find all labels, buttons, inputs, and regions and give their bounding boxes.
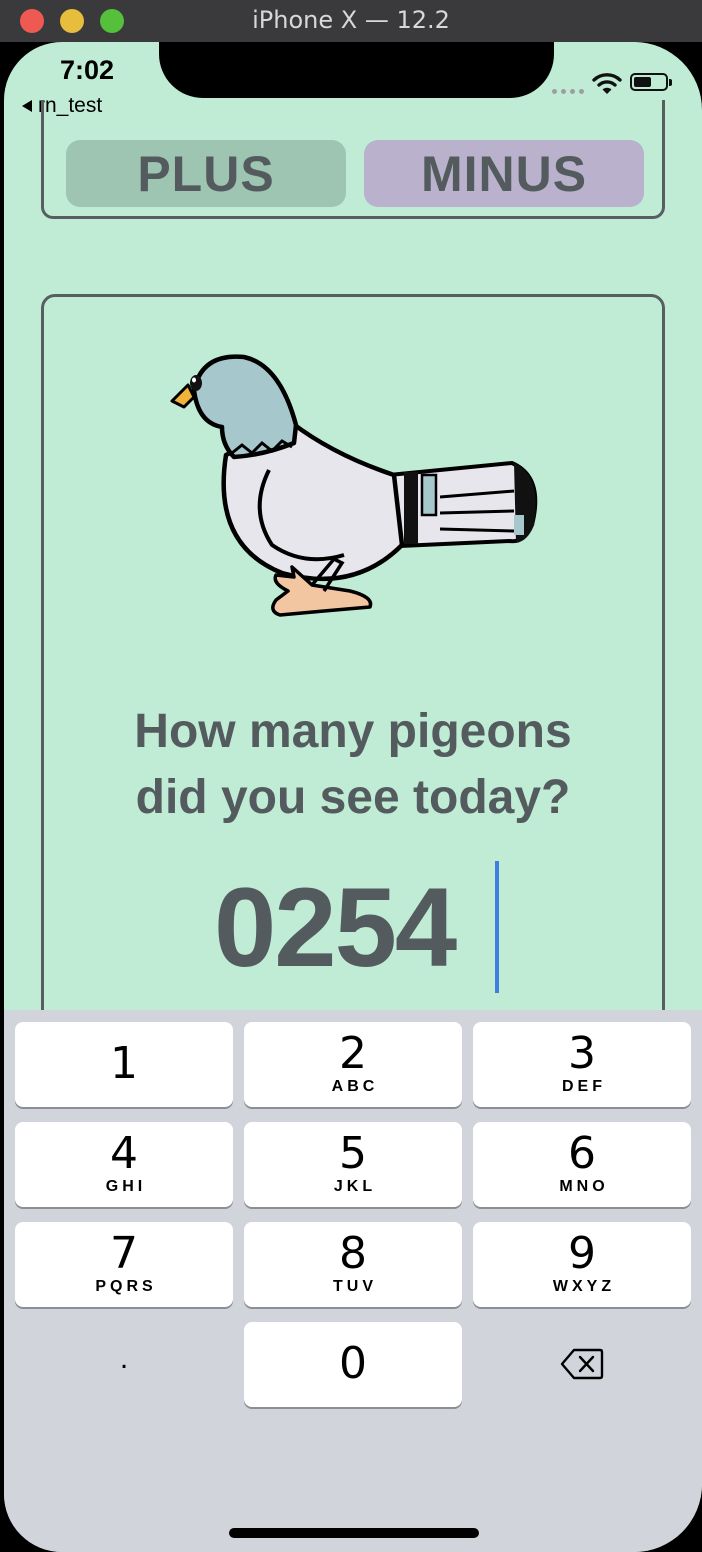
text-cursor — [495, 861, 499, 993]
key-letters: JKL — [333, 1178, 377, 1195]
question-line-1: How many pigeons — [134, 705, 572, 758]
back-arrow-icon — [22, 100, 32, 112]
key-number: 5 — [339, 1128, 367, 1179]
numeric-keypad: 1 2 ABC 3 DEF 4 GHI 5 JKL 6 MNO 7 PQRS 8… — [4, 1010, 702, 1552]
key-number: 8 — [339, 1228, 367, 1279]
key-0[interactable]: 0 — [244, 1322, 462, 1407]
key-dot-label: . — [119, 1342, 129, 1375]
key-letters: ABC — [331, 1078, 379, 1095]
key-decimal-point[interactable]: . — [15, 1322, 233, 1407]
key-5[interactable]: 5 JKL — [244, 1122, 462, 1207]
key-number: 6 — [568, 1128, 596, 1179]
plus-button[interactable]: PLUS — [66, 140, 346, 207]
key-letters: GHI — [105, 1178, 147, 1195]
key-number: 9 — [568, 1228, 596, 1279]
cellular-signal-icon — [552, 89, 584, 94]
minus-button[interactable]: MINUS — [364, 140, 644, 207]
key-number: 0 — [339, 1338, 367, 1389]
key-number: 2 — [339, 1028, 367, 1079]
key-letters: WXYZ — [552, 1278, 616, 1295]
key-9[interactable]: 9 WXYZ — [473, 1222, 691, 1307]
device-notch — [159, 42, 554, 98]
key-delete[interactable] — [473, 1322, 691, 1407]
status-time: 7:02 — [60, 55, 115, 85]
key-letters: DEF — [562, 1078, 606, 1095]
counter-button-panel: PLUS MINUS — [41, 100, 665, 219]
battery-icon — [630, 73, 672, 91]
key-number: 4 — [110, 1128, 138, 1179]
key-number: 3 — [568, 1028, 596, 1079]
question-line-2: did you see today? — [135, 771, 571, 824]
simulator-title-bar: iPhone X — 12.2 — [0, 0, 702, 42]
key-8[interactable]: 8 TUV — [244, 1222, 462, 1307]
key-1[interactable]: 1 — [15, 1022, 233, 1107]
question-text: How many pigeons did you see today? — [44, 699, 662, 831]
pigeon-count-input[interactable]: 0254 — [214, 863, 457, 993]
delete-backspace-icon — [560, 1348, 604, 1380]
wifi-icon — [592, 73, 622, 94]
key-letters: PQRS — [95, 1278, 157, 1295]
key-letters: MNO — [559, 1178, 609, 1195]
key-6[interactable]: 6 MNO — [473, 1122, 691, 1207]
pigeon-icon — [170, 354, 538, 617]
key-3[interactable]: 3 DEF — [473, 1022, 691, 1107]
phone-screen: 7:02 rn_test PLUS MINUS How many pigeons… — [4, 42, 702, 1552]
key-4[interactable]: 4 GHI — [15, 1122, 233, 1207]
key-number: 7 — [110, 1228, 138, 1279]
window-title: iPhone X — 12.2 — [252, 6, 450, 34]
key-number: 1 — [110, 1038, 138, 1089]
key-7[interactable]: 7 PQRS — [15, 1222, 233, 1307]
pigeon-count-card: How many pigeons did you see today? 0254 — [41, 294, 665, 1054]
home-indicator[interactable] — [229, 1528, 479, 1538]
key-letters: TUV — [333, 1278, 377, 1295]
key-2[interactable]: 2 ABC — [244, 1022, 462, 1107]
